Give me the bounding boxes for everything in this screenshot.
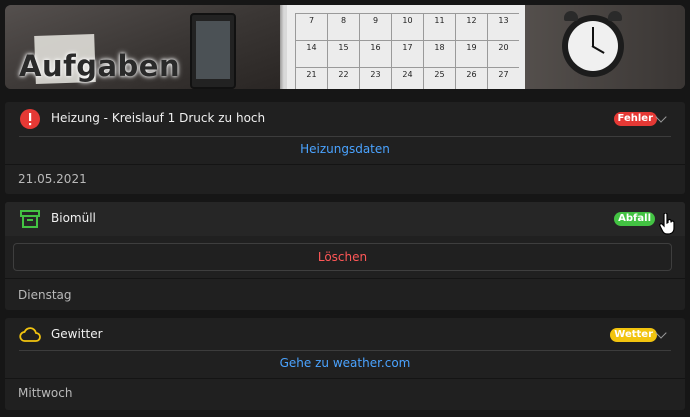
calendar-day-cell: 16 — [359, 40, 391, 67]
calendar-day-cell: 14 — [295, 40, 327, 67]
calendar-day-cell: 23 — [359, 67, 391, 89]
chevron-down-icon[interactable] — [655, 111, 667, 123]
section-separator — [5, 278, 685, 279]
calendar-day-cell: 18 — [423, 40, 455, 67]
alert-circle-icon — [20, 109, 40, 129]
weather-link[interactable]: Gehe zu weather.com — [5, 356, 685, 370]
calendar-day-cell: 13 — [487, 13, 519, 40]
calendar-grid: 7 8 9 10 11 12 13 14 15 16 17 18 19 20 21 22 23 24 25 26 27 — [295, 13, 525, 89]
task-title: Biomüll — [51, 211, 96, 225]
calendar-day-cell: 19 — [455, 40, 487, 67]
header-banner: 7 8 9 10 11 12 13 14 15 16 17 18 19 20 21 22 23 24 25 26 27 … — [5, 5, 685, 89]
section-separator — [5, 164, 685, 165]
calendar-day-cell: 17 — [391, 40, 423, 67]
banner-phone-image — [190, 13, 236, 89]
task-card-gewitter: Gewitter Wetter Gehe zu weather.com Mitt… — [5, 318, 685, 410]
calendar-day-cell: 7 — [295, 13, 327, 40]
task-title: Heizung - Kreislauf 1 Druck zu hoch — [51, 111, 266, 125]
calendar-day-cell: 9 — [359, 13, 391, 40]
task-card-header[interactable]: Gewitter Wetter — [5, 318, 685, 350]
calendar-day-cell: 8 — [327, 13, 359, 40]
clock-bell-right — [608, 11, 622, 21]
task-day: Dienstag — [18, 288, 72, 302]
calendar-day-cell: 10 — [391, 13, 423, 40]
task-date: 21.05.2021 — [18, 172, 87, 186]
calendar-day-cell: 22 — [327, 67, 359, 89]
calendar-day-cell: 20 — [487, 40, 519, 67]
cloud-icon — [19, 327, 41, 342]
clock-hand-minute — [592, 27, 594, 47]
task-card-header[interactable]: Biomüll Abfall — [5, 202, 685, 236]
alarm-clock-image — [562, 11, 624, 77]
clock-bell-left — [564, 11, 578, 21]
calendar-day-cell: 11 — [423, 13, 455, 40]
calendar-day-cell: 27 — [487, 67, 519, 89]
task-card-biomuell: Biomüll Abfall Löschen Dienstag — [5, 202, 685, 310]
section-separator — [5, 378, 685, 379]
calendar-day-cell: 25 — [423, 67, 455, 89]
divider — [19, 350, 671, 351]
status-badge: Fehler — [613, 112, 657, 126]
task-card-heizung: Heizung - Kreislauf 1 Druck zu hoch Fehl… — [5, 102, 685, 194]
chevron-down-icon[interactable] — [655, 327, 667, 339]
page-title: Aufgaben — [19, 49, 181, 83]
delete-button[interactable]: Löschen — [13, 243, 672, 271]
archive-box-icon — [20, 210, 40, 228]
hand-pointer-icon — [659, 213, 675, 235]
calendar-day-cell: 21 — [295, 67, 327, 89]
calendar-day-cell: 24 — [391, 67, 423, 89]
calendar-day-cell: 12 — [455, 13, 487, 40]
calendar-day-cell: 15 — [327, 40, 359, 67]
calendar-day-cell: 26 — [455, 67, 487, 89]
task-card-header[interactable]: Heizung - Kreislauf 1 Druck zu hoch Fehl… — [5, 102, 685, 136]
task-day: Mittwoch — [18, 386, 73, 400]
heizungsdaten-link[interactable]: Heizungsdaten — [5, 142, 685, 156]
banner-calendar-image: 7 8 9 10 11 12 13 14 15 16 17 18 19 20 21 22 23 24 25 26 27 — [287, 5, 525, 89]
task-title: Gewitter — [51, 327, 103, 341]
divider — [19, 136, 671, 137]
status-badge: Wetter — [610, 328, 657, 342]
status-badge: Abfall — [614, 212, 655, 226]
